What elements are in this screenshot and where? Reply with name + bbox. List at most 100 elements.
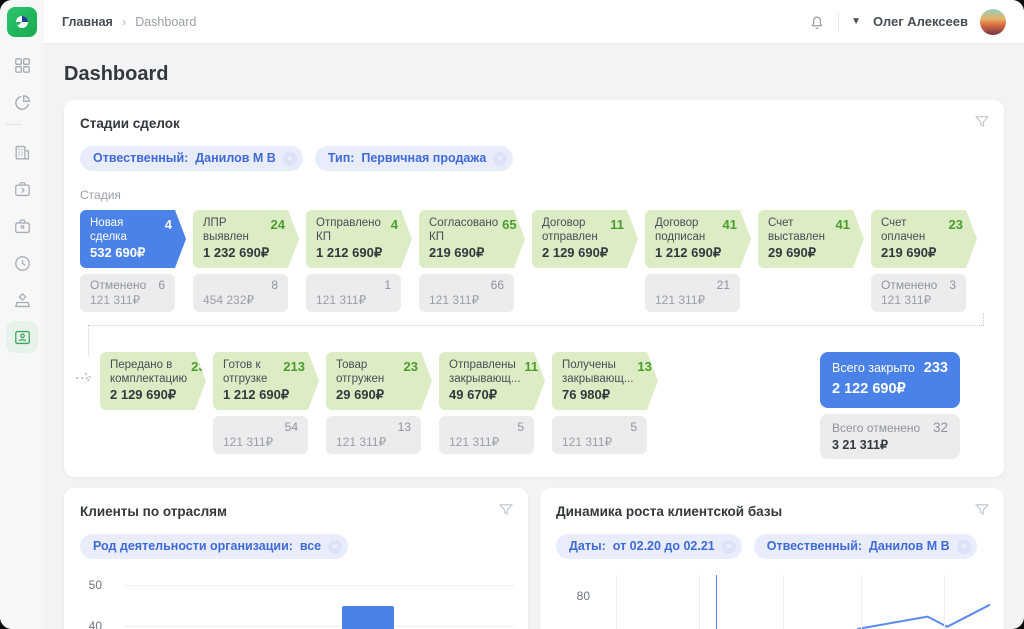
clients-by-industry-card: Клиенты по отраслям Род деятельности орг… [64,488,528,629]
total-cancelled-amount: 3 21 311₽ [832,437,948,452]
filter-funnel-icon[interactable] [973,501,991,519]
breadcrumb-home-link[interactable]: Главная [62,15,113,29]
funnel-stage[interactable]: Товар отгружен 23 29 690₽ [326,352,432,410]
growth-chip-0[interactable]: Даты: от 02.20 до 02.21 ✕ [556,534,742,559]
sidebar-item-contacts[interactable] [6,321,38,353]
stage-title: Договор подписан [655,217,719,245]
user-avatar[interactable] [980,9,1006,35]
sub-count: 66 [491,278,504,292]
chip-remove-icon[interactable]: ✕ [722,540,736,554]
funnel-stage[interactable]: Получены закрывающ... 13 76 980₽ [552,352,658,410]
funnel-stage[interactable]: Счет оплачен 23 219 690₽ [871,210,977,268]
stage-amount: 29 690₽ [768,245,850,261]
stage-amount: 532 690₽ [90,245,172,261]
gridline [944,575,945,629]
clock-icon [13,254,32,273]
sub-count: 1 [384,278,391,292]
funnel-stage[interactable]: Договор подписан 41 1 212 690₽ [645,210,751,268]
chip-text: Отвественный: Данилов М В [767,539,950,553]
funnel-stage[interactable]: Отправлено КП 4 1 212 690₽ [306,210,412,268]
topbar-divider [838,12,839,32]
current-date-marker [716,575,717,629]
stage-amount: 29 690₽ [336,387,418,403]
deals-chip-0[interactable]: Отвественный: Данилов М В ✕ [80,146,303,171]
stage-amount: 219 690₽ [881,245,963,261]
funnel-stage[interactable]: Счет выставлен 41 29 690₽ [758,210,864,268]
stage-amount: 1 212 690₽ [316,245,398,261]
funnel-stage[interactable]: Готов к отгрузке 213 1 212 690₽ [213,352,319,410]
sidebar-item-history[interactable] [6,247,38,279]
stage-count: 41 [836,217,850,245]
funnel-stage-column: Договор отправлен 11 2 129 690₽ [532,210,638,268]
growth-chip-1[interactable]: Отвественный: Данилов М В ✕ [754,534,977,559]
sub-amount: 121 311₽ [449,435,524,449]
app-window: Главная › Dashboard ▼ Олег Алексеев Dash… [0,0,1024,629]
chip-text: Род деятельности организации: все [93,539,321,553]
stage-title: Согласовано КП [429,217,498,245]
sub-count: 13 [398,420,411,434]
stage-count: 11 [610,217,624,245]
total-closed-box[interactable]: Всего закрыто 233 2 122 690₽ [820,352,960,408]
gridline [124,585,514,586]
sidebar-item-approvals[interactable] [6,284,38,316]
deal-stages-card: Стадии сделок Отвественный: Данилов М В … [64,100,1004,477]
total-closed-label: Всего закрыто [832,361,915,375]
client-growth-card: Динамика роста клиентской базы Даты: от … [540,488,1004,629]
stage-amount: 76 980₽ [562,387,644,403]
sidebar-item-dashboard[interactable] [6,49,38,81]
sub-amount: 121 311₽ [429,293,504,307]
stage-count: 23 [191,359,205,387]
filter-funnel-icon[interactable] [497,501,515,519]
funnel-stage[interactable]: Отправлены закрывающ... 11 49 670₽ [439,352,545,410]
funnel-stage[interactable]: Новая сделка 4 532 690₽ [80,210,186,268]
briefcase-icon [13,217,32,236]
sub-amount: 121 311₽ [562,435,637,449]
stage-title: ЛПР выявлен [203,217,267,245]
funnel-stage-column: Новая сделка 4 532 690₽ Отменено 6 121 3… [80,210,186,312]
clients-chip-0[interactable]: Род деятельности организации: все ✕ [80,534,348,559]
funnel-stage[interactable]: Договор отправлен 11 2 129 690₽ [532,210,638,268]
stage-count: 65 [502,217,516,245]
stage-amount: 2 129 690₽ [542,245,624,261]
user-menu-chevron-icon[interactable]: ▼ [851,16,861,27]
main-content: Dashboard Стадии сделок Отвественный: Да… [44,44,1024,629]
funnel-stage[interactable]: ЛПР выявлен 24 1 232 690₽ [193,210,299,268]
stage-column-label: Стадия [80,188,988,202]
stage-amount: 49 670₽ [449,387,531,403]
bar-series-value[interactable] [342,606,394,629]
sidebar-item-companies[interactable] [6,136,38,168]
chip-remove-icon[interactable]: ✕ [957,540,971,554]
stage-amount: 1 232 690₽ [203,245,285,261]
total-closed-amount: 2 122 690₽ [832,381,948,397]
topbar: Главная › Dashboard ▼ Олег Алексеев [44,0,1024,44]
funnel-stage-column: Счет оплачен 23 219 690₽ Отменено 3 121 … [871,210,977,312]
chip-remove-icon[interactable]: ✕ [328,540,342,554]
sub-amount: 121 311₽ [336,435,411,449]
stage-count: 24 [271,217,285,245]
funnel-row-1: Новая сделка 4 532 690₽ Отменено 6 121 3… [80,210,988,312]
funnel-stage[interactable]: Согласовано КП 65 219 690₽ [419,210,525,268]
sidebar-item-deals[interactable] [6,210,38,242]
user-name[interactable]: Олег Алексеев [873,14,968,29]
funnel-stage[interactable]: Передано в комплектацию 23 2 129 690₽ [100,352,206,410]
app-logo[interactable] [7,7,37,37]
sub-count: 21 [717,278,730,292]
sidebar-item-orders[interactable] [6,173,38,205]
stage-amount: 2 129 690₽ [110,387,192,403]
total-closed-count: 233 [924,360,948,376]
deals-card-title: Стадии сделок [80,116,988,131]
deals-chip-1[interactable]: Тип: Первичная продажа ✕ [315,146,513,171]
sidebar-item-analytics[interactable] [6,86,38,118]
stage-cancelled-summary: 5 121 311₽ [439,416,534,454]
funnel-totals: Всего закрыто 233 2 122 690₽ Всего отмен… [820,352,960,459]
filter-funnel-icon[interactable] [973,113,991,131]
total-cancelled-count: 32 [933,420,948,435]
sub-count: 54 [285,420,298,434]
gridline [699,575,700,629]
approve-icon [13,291,32,310]
chip-remove-icon[interactable]: ✕ [283,152,297,166]
line-series [600,575,990,629]
stage-count: 4 [391,217,398,245]
notifications-bell-icon[interactable] [808,13,826,31]
chip-remove-icon[interactable]: ✕ [493,152,507,166]
